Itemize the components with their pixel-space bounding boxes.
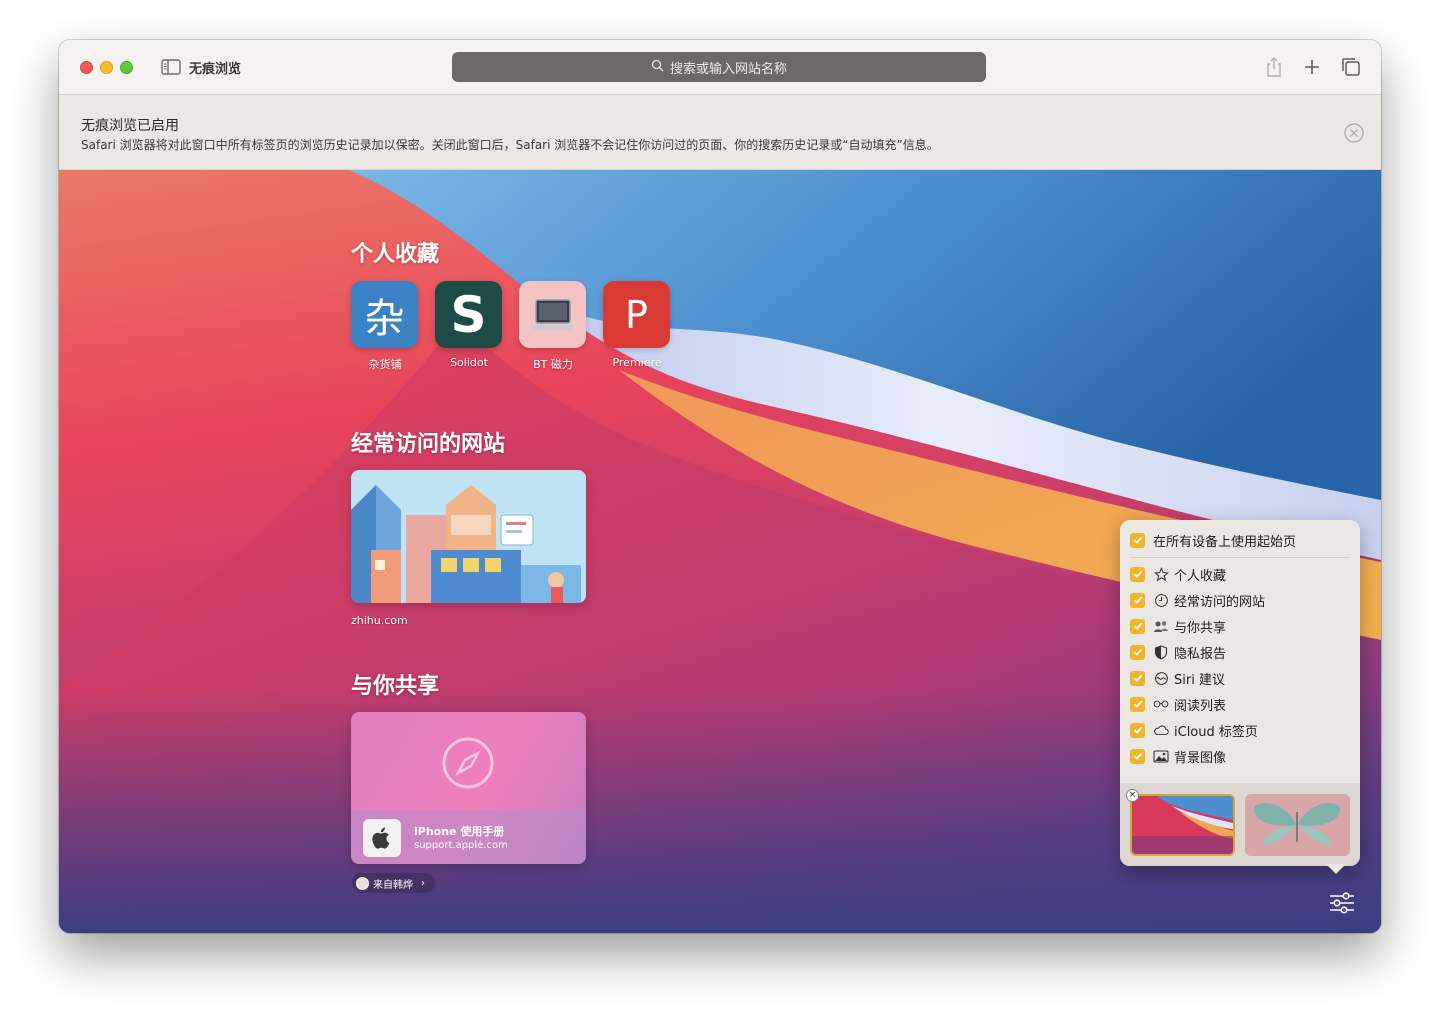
checkbox-checked[interactable] bbox=[1130, 532, 1145, 548]
checkbox-checked[interactable] bbox=[1130, 722, 1145, 738]
option-label: 背景图像 bbox=[1174, 750, 1227, 766]
start-page-customize-popover: 在所有设备上使用起始页 个人收藏 经常访问的网站 与你共享 隐私报告 Siri … bbox=[1120, 520, 1360, 874]
tab-overview-icon[interactable] bbox=[1339, 55, 1363, 79]
address-placeholder: 搜索或输入网站名称 bbox=[669, 61, 787, 77]
checkbox-checked[interactable] bbox=[1130, 748, 1145, 764]
banner-text: Safari 浏览器将对此窗口中所有标签页的浏览历史记录加以保密。关闭此窗口后，… bbox=[81, 138, 939, 152]
checkbox-checked[interactable] bbox=[1130, 592, 1145, 608]
option-background-image[interactable]: 背景图像 bbox=[1130, 746, 1226, 766]
zoom-window-button[interactable] bbox=[120, 61, 133, 74]
sync-start-page-label: 在所有设备上使用起始页 bbox=[1153, 534, 1297, 550]
favorite-label: Solidot bbox=[450, 356, 488, 369]
avatar bbox=[356, 876, 369, 890]
favorite-item[interactable]: 杂 杂货铺 bbox=[351, 281, 419, 372]
favorite-label: 杂货铺 bbox=[368, 358, 402, 371]
shared-from-button[interactable]: 来自韩烨 › bbox=[352, 873, 435, 893]
background-thumbnail-selected[interactable] bbox=[1130, 794, 1235, 856]
apple-logo-icon bbox=[363, 819, 401, 857]
background-thumbnails: × bbox=[1120, 783, 1360, 866]
close-window-button[interactable] bbox=[80, 61, 93, 74]
minimize-window-button[interactable] bbox=[100, 61, 113, 74]
option-label: iCloud 标签页 bbox=[1174, 724, 1258, 740]
shared-card-url: support.apple.com bbox=[414, 840, 508, 851]
option-frequent[interactable]: 经常访问的网站 bbox=[1130, 590, 1265, 610]
favorite-glyph: P bbox=[625, 292, 648, 337]
siri-icon bbox=[1153, 670, 1169, 686]
divider bbox=[1130, 557, 1350, 558]
share-icon[interactable] bbox=[1262, 55, 1286, 79]
close-icon[interactable] bbox=[1344, 123, 1364, 143]
option-label: 隐私报告 bbox=[1174, 646, 1227, 662]
option-reading-list[interactable]: 阅读列表 bbox=[1130, 694, 1226, 714]
option-label: 经常访问的网站 bbox=[1174, 594, 1266, 610]
butterfly-wallpaper-thumbnail bbox=[1245, 794, 1350, 856]
shield-icon bbox=[1153, 644, 1169, 660]
site-preview-illustration bbox=[351, 470, 586, 603]
option-favorites[interactable]: 个人收藏 bbox=[1130, 564, 1226, 584]
option-privacy-report[interactable]: 隐私报告 bbox=[1130, 642, 1226, 662]
option-shared[interactable]: 与你共享 bbox=[1130, 616, 1226, 636]
customize-start-page-icon[interactable] bbox=[1327, 888, 1357, 918]
shared-card-footer: iPhone 使用手册 support.apple.com bbox=[351, 810, 586, 864]
start-page: 个人收藏 杂 杂货铺 S Solidot BT 磁力 P Premiere 经常… bbox=[59, 170, 1381, 933]
option-label: 阅读列表 bbox=[1174, 698, 1227, 714]
favorite-glyph: 杂 bbox=[364, 295, 405, 342]
safari-window: 无痕浏览 搜索或输入网站名称 无痕浏览已启用 Safari 浏览器将对此窗口中所… bbox=[59, 40, 1381, 933]
search-icon bbox=[651, 59, 664, 76]
checkbox-checked[interactable] bbox=[1130, 566, 1145, 582]
image-icon bbox=[1153, 748, 1169, 764]
favorite-glyph: S bbox=[450, 285, 487, 344]
wallpaper-thumbnail bbox=[1132, 796, 1233, 854]
glasses-icon bbox=[1153, 696, 1169, 712]
laptop-icon bbox=[530, 298, 575, 330]
option-label: 与你共享 bbox=[1174, 620, 1227, 636]
clock-icon bbox=[1153, 592, 1169, 608]
favorite-item[interactable]: P Premiere bbox=[603, 281, 671, 369]
favorite-label: Premiere bbox=[612, 356, 662, 369]
favorite-tile: S bbox=[435, 281, 502, 348]
option-siri[interactable]: Siri 建议 bbox=[1130, 668, 1225, 688]
compass-icon bbox=[441, 736, 495, 790]
option-label: Siri 建议 bbox=[1174, 672, 1225, 688]
checkbox-checked[interactable] bbox=[1130, 696, 1145, 712]
favorite-item[interactable]: S Solidot bbox=[435, 281, 503, 369]
shared-card-title: iPhone 使用手册 bbox=[414, 825, 505, 838]
frequent-site-label: zhihu.com bbox=[351, 614, 408, 627]
window-title: 无痕浏览 bbox=[189, 62, 242, 77]
favorite-tile: P bbox=[603, 281, 670, 348]
sidebar-toggle-icon[interactable] bbox=[160, 57, 182, 77]
option-label: 个人收藏 bbox=[1174, 568, 1227, 584]
address-bar[interactable]: 搜索或输入网站名称 bbox=[452, 52, 986, 82]
sync-start-page-option[interactable]: 在所有设备上使用起始页 bbox=[1130, 530, 1296, 550]
favorite-tile: 杂 bbox=[351, 281, 418, 348]
checkbox-checked[interactable] bbox=[1130, 644, 1145, 660]
checkbox-checked[interactable] bbox=[1130, 618, 1145, 634]
favorite-label: BT 磁力 bbox=[533, 358, 573, 371]
new-tab-icon[interactable] bbox=[1300, 55, 1324, 79]
banner-title: 无痕浏览已启用 bbox=[81, 118, 179, 134]
favorite-tile bbox=[519, 281, 586, 348]
shared-from-label: 来自韩烨 bbox=[373, 879, 413, 891]
frequent-title: 经常访问的网站 bbox=[351, 432, 506, 457]
background-thumbnail[interactable] bbox=[1245, 794, 1350, 856]
remove-background-icon[interactable]: × bbox=[1126, 789, 1139, 802]
cloud-icon bbox=[1153, 722, 1169, 738]
frequent-site-thumbnail[interactable] bbox=[351, 470, 586, 603]
favorite-item[interactable]: BT 磁力 bbox=[519, 281, 587, 372]
checkbox-checked[interactable] bbox=[1130, 670, 1145, 686]
favorites-title: 个人收藏 bbox=[351, 242, 440, 267]
option-icloud-tabs[interactable]: iCloud 标签页 bbox=[1130, 720, 1258, 740]
star-icon bbox=[1153, 566, 1169, 582]
private-browsing-banner: 无痕浏览已启用 Safari 浏览器将对此窗口中所有标签页的浏览历史记录加以保密… bbox=[59, 95, 1381, 170]
chevron-right-icon: › bbox=[421, 877, 425, 889]
shared-link-card[interactable]: iPhone 使用手册 support.apple.com bbox=[351, 712, 586, 864]
people-icon bbox=[1153, 618, 1169, 634]
toolbar: 无痕浏览 搜索或输入网站名称 bbox=[59, 40, 1381, 95]
shared-title: 与你共享 bbox=[351, 674, 440, 699]
